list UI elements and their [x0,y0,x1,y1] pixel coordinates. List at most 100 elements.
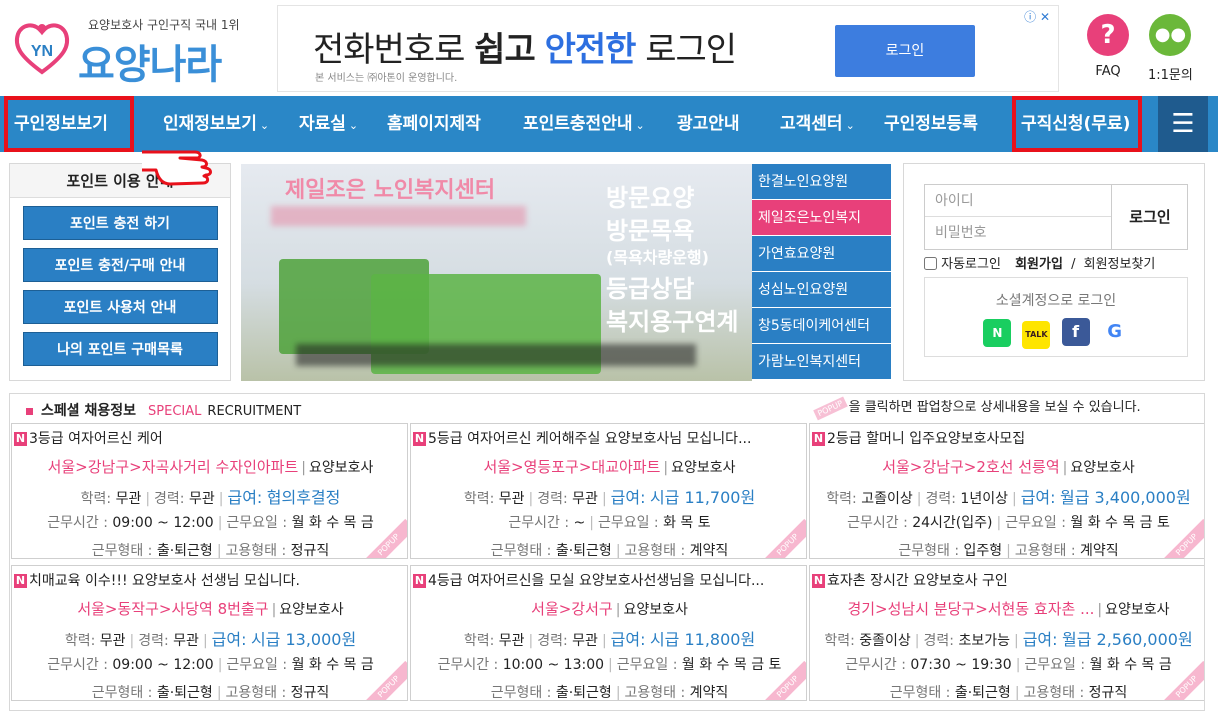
chevron-down-icon: ⌄ [259,119,270,132]
job-card[interactable]: N 5등급 여자어르신 케어해주실 요양보호사님 모십니다... 서울>영등포구>대… [410,423,807,559]
facility-item[interactable]: 한결노인요양원 [752,164,891,200]
role-text: 요양보호사 [309,460,374,476]
location-text: 서울>동작구>사당역 8번출구 [77,600,269,618]
job-conditions: 학력: 무관 | 경력: 무관 | 급여: 시급 11,700원 [463,488,756,507]
hours-label: 근무시간 : [508,515,570,531]
job-type: 근무형태 : 출·퇴근형 | 고용형태 : 정규직 [91,685,330,701]
facility-list: 한결노인요양원 제일조은노인복지 가연효요양원 성심노인요양원 창5동데이케어센… [752,164,891,381]
facility-item[interactable]: 창5동데이케어센터 [752,308,891,344]
work-type-value: 출·퇴근형 [555,685,612,701]
faq-link[interactable]: ? FAQ [1087,14,1129,79]
pay-label: 급여: [227,488,263,507]
new-badge-icon: N [812,574,825,588]
naver-icon[interactable]: N [983,319,1012,347]
nav-item-points[interactable]: 포인트충전안내 ⌄ [523,96,645,152]
point-usage-button[interactable]: 포인트 사용처 안내 [22,290,218,324]
job-type: 근무형태 : 출·퇴근형 | 고용형태 : 정규직 [889,685,1128,701]
auto-login-checkbox[interactable] [924,257,937,270]
login-options: 자동로그인 회원가입 / 회원정보찾기 [924,253,1155,272]
nav-item-apply-free[interactable]: 구직신청(무료) [1012,96,1142,152]
ad-login-button[interactable]: 로그인 [835,25,975,77]
slash-separator: / [1071,257,1076,272]
ad-headline-3: 안전한 [544,30,637,70]
site-logo[interactable]: YN 요양보호사 구인구직 국내 1위 요양나라 [12,12,252,88]
days-label: 근무요일 : [616,657,678,673]
days-value: 월 화 수 목 금 [291,515,374,531]
nav-label: 구인정보보기 [14,114,108,134]
adchoice-icon[interactable]: ⓘ ✕ [1024,8,1050,25]
job-card[interactable]: N 3등급 여자어르신 케어 서울>강남구>자곡사거리 수자인아파트 | 요양보호사 학력… [11,423,408,559]
job-title[interactable]: N 효자촌 장시간 요양보호사 구인 [812,570,1192,590]
logo-text: 요양나라 [78,42,222,88]
point-guide-button[interactable]: 포인트 충전/구매 안내 [22,248,218,282]
job-location: 서울>영등포구>대교아파트 | 요양보호사 [411,456,806,477]
ad-banner[interactable]: ⓘ ✕ 전화번호로 쉽고 안전한 로그인 본 서비스는 ㈜아톤이 운영합니다. … [277,5,1059,92]
slogan: 요양보호사 구인구직 국내 1위 [88,18,240,32]
job-title-text: 치매교육 이수!!! 요양보호사 선생님 모십니다. [29,573,300,589]
nav-label: 고객센터 [780,114,843,134]
bullet-icon [26,407,33,415]
qna-link[interactable]: ●● 1:1문의 [1148,14,1193,83]
job-location: 서울>동작구>사당역 8번출구 | 요양보호사 [12,598,407,619]
nav-label: 광고안내 [677,114,740,134]
hours-label: 근무시간 : [47,657,108,673]
facility-item[interactable]: 가람노인복지센터 [752,344,891,380]
edu-value: 중졸이상 [859,633,911,649]
kakao-icon[interactable]: TALK [1022,321,1051,349]
job-title-text: 효자촌 장시간 요양보호사 구인 [827,573,1008,589]
nav-label: 홈페이지제작 [387,114,481,134]
job-type: 근무형태 : 입주형 | 고용형태 : 계약직 [898,543,1119,559]
chevron-down-icon: ⌄ [635,119,645,132]
days-label: 근무요일 : [597,515,659,531]
password-input[interactable]: 비밀번호 [925,217,1111,249]
job-title[interactable]: N 4등급 여자어르신을 모실 요양보호사선생님을 모십니다... [413,570,793,590]
nav-item-support[interactable]: 고객센터 ⌄ [780,96,855,152]
nav-item-ad[interactable]: 광고안내 [677,96,743,152]
nav-item-archive[interactable]: 자료실 ⌄ [299,96,358,152]
facility-item[interactable]: 제일조은노인복지 [752,200,891,236]
login-button[interactable]: 로그인 [1111,185,1188,249]
hours-label: 근무시간 : [47,515,108,531]
section-title-en1: SPECIAL [148,404,202,419]
job-title[interactable]: N 2등급 할머니 입주요양보호사모집 [812,428,1192,448]
banner-service: 방문요양 [606,184,695,212]
job-card[interactable]: N 4등급 여자어르신을 모실 요양보호사선생님을 모십니다... 서울>강서구 | 요… [410,565,807,701]
auto-login-label[interactable]: 자동로그인 [941,257,1001,272]
job-card[interactable]: N 효자촌 장시간 요양보호사 구인 경기>성남시 분당구>서현동 효자촌 ... |… [809,565,1204,701]
facility-item[interactable]: 가연효요양원 [752,236,891,272]
edu-label: 학력: [826,491,857,507]
pay-label: 급여: [1022,630,1058,649]
point-charge-button[interactable]: 포인트 충전 하기 [22,206,218,240]
facility-item[interactable]: 성심노인요양원 [752,272,891,308]
facebook-icon[interactable]: f [1061,318,1090,346]
nav-item-job-register[interactable]: 구인정보등록 [884,96,981,152]
nav-item-homepage[interactable]: 홈페이지제작 [387,96,484,152]
job-card[interactable]: N 치매교육 이수!!! 요양보호사 선생님 모십니다. 서울>동작구>사당역 8번… [11,565,408,701]
edu-value: 무관 [498,491,525,507]
new-badge-icon: N [14,574,27,588]
job-title[interactable]: N 치매교육 이수!!! 요양보호사 선생님 모십니다. [14,570,394,590]
job-title[interactable]: N 3등급 여자어르신 케어 [14,428,394,448]
separator: | [271,602,277,618]
career-label: 경력: [537,633,568,649]
promo-banner[interactable]: 제일조은 노인복지센터 방문요양 방문목욕 (목욕차량운행) 등급상담 복지용구… [241,164,752,381]
join-link[interactable]: 회원가입 [1015,257,1063,272]
job-title[interactable]: N 5등급 여자어르신 케어해주실 요양보호사님 모십니다... [413,428,793,448]
google-icon[interactable]: G [1100,318,1129,346]
pay-label: 급여: [610,630,646,649]
point-history-button[interactable]: 나의 포인트 구매목록 [22,332,218,366]
job-card[interactable]: N 2등급 할머니 입주요양보호사모집 서울>강남구>2호선 선릉역 | 요양보호사 학력… [809,423,1204,559]
login-form: 아이디 비밀번호 로그인 [924,184,1188,250]
edu-value: 무관 [99,633,126,649]
nav-item-job-list[interactable]: 구인정보보기 [4,96,134,152]
hours-value: ~ [573,515,586,531]
find-account-link[interactable]: 회원정보찾기 [1084,257,1156,272]
id-input[interactable]: 아이디 [925,185,1111,217]
job-title-text: 4등급 여자어르신을 모실 요양보호사선생님을 모십니다... [428,573,765,589]
edu-label: 학력: [80,491,112,507]
days-value: 월 화 수 목 금 [1089,657,1172,673]
hamburger-menu-icon[interactable]: ☰ [1158,96,1208,152]
point-panel: 포인트 이용 안내 포인트 충전 하기 포인트 충전/구매 안내 포인트 사용처… [9,163,231,381]
role-text: 요양보호사 [671,460,736,476]
days-value: 월 화 수 목 금 토 [681,657,782,673]
